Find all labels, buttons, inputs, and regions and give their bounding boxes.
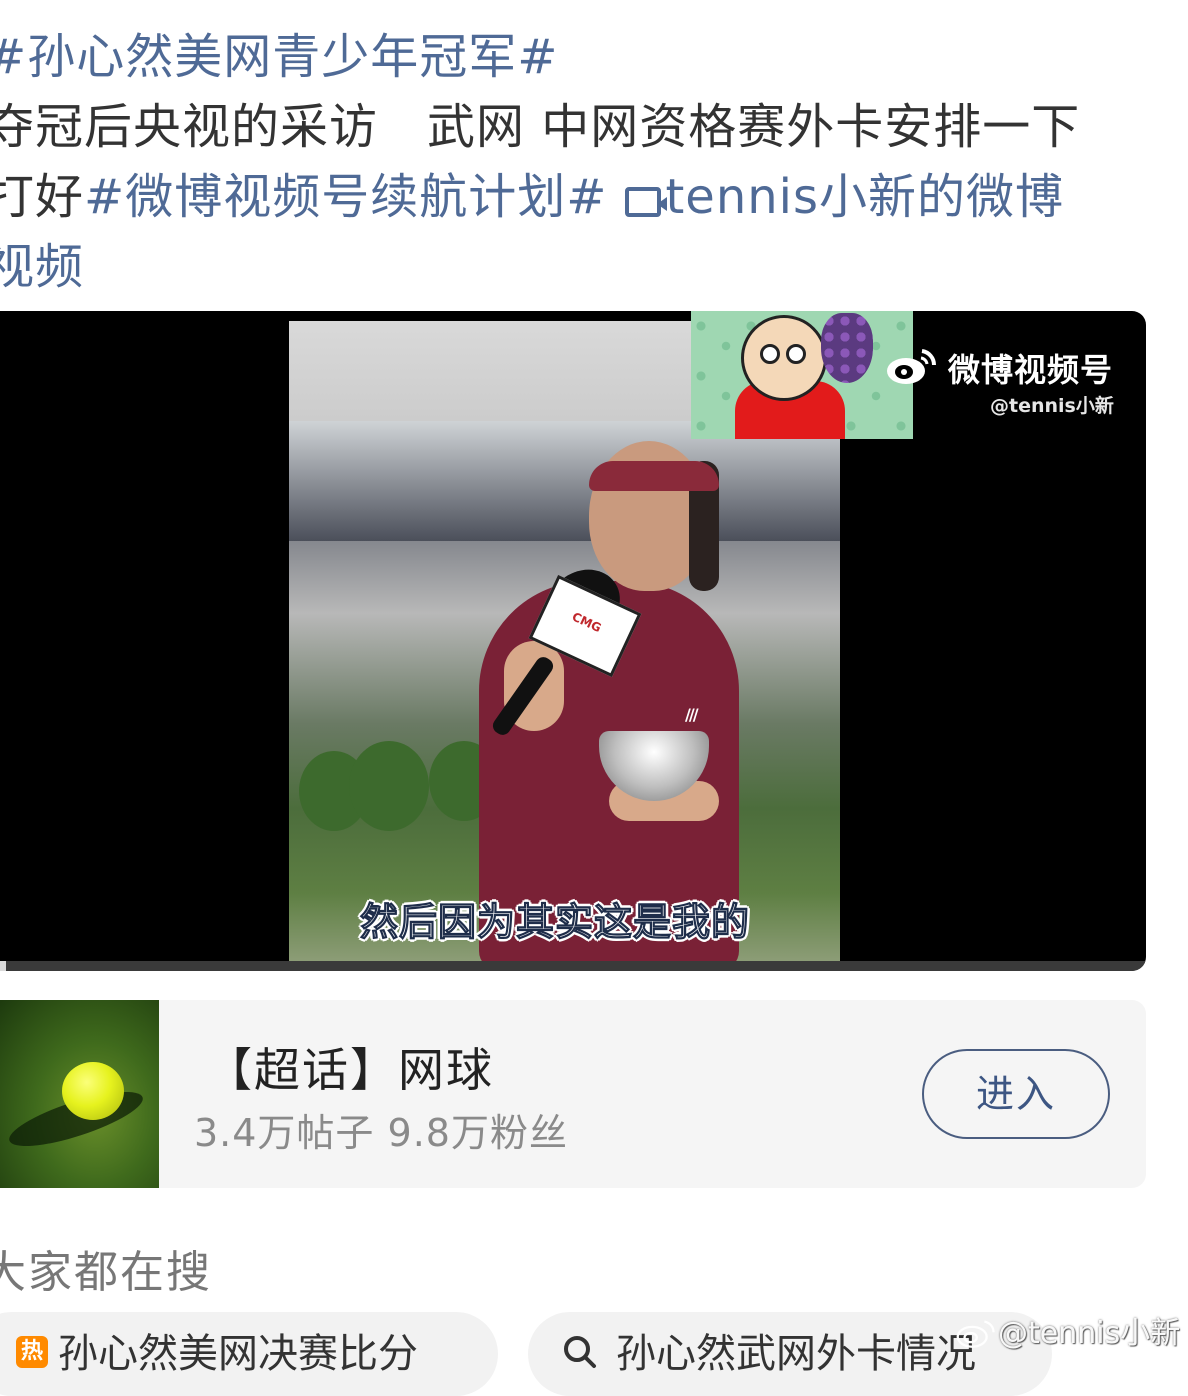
- post-line-1: #孙心然美网青少年冠军#: [0, 22, 1156, 92]
- post-line-3: 打好#微博视频号续航计划# tennis小新的微博: [0, 162, 1156, 232]
- search-chip[interactable]: 热 孙心然美网决赛比分: [0, 1312, 498, 1396]
- post-line-3-prefix: 打好: [0, 169, 85, 225]
- weibo-logo-icon: [887, 349, 937, 384]
- video-subtitle: 然后因为其实这是我的: [359, 900, 751, 945]
- trending-searches-title: 大家都在搜: [0, 1247, 212, 1298]
- video-progress-bar[interactable]: [0, 961, 1146, 971]
- watermark-handle: @tennis小新: [990, 395, 1114, 417]
- weibo-watermark-icon: [956, 1320, 995, 1348]
- hashtag-link[interactable]: #微博视频号续航计划#: [84, 169, 607, 225]
- topic-name: 【超话】网球: [206, 1043, 494, 1097]
- hot-badge-icon: 热: [16, 1336, 48, 1368]
- post-body-text: #孙心然美网青少年冠军# 夺冠后央视的采访 武网 中网资格赛外卡安排一下 打好#…: [0, 22, 1156, 302]
- video-link[interactable]: tennis小新的微博: [665, 169, 1064, 225]
- video-link-continued[interactable]: 视频: [0, 239, 84, 295]
- video-progress-fill: [0, 961, 6, 971]
- enter-topic-button[interactable]: 进入: [922, 1049, 1110, 1139]
- watermark-title: 微博视频号: [948, 351, 1114, 389]
- corner-watermark: @tennis小新: [954, 1308, 1180, 1352]
- video-player[interactable]: CMG /// 微博视频号 @tennis小新 然后因为其实这是我的: [0, 311, 1146, 971]
- search-chip-label: 孙心然美网决赛比分: [58, 1331, 418, 1377]
- tennis-ball-thumbnail: [0, 1000, 159, 1188]
- post-line-2: 夺冠后央视的采访 武网 中网资格赛外卡安排一下: [0, 99, 1081, 155]
- topic-stats: 3.4万帖子 9.8万粉丝: [194, 1111, 568, 1155]
- search-chip-label: 孙心然武网外卡情况: [616, 1331, 976, 1377]
- search-icon: [564, 1336, 596, 1368]
- post-line-4: 视频: [0, 232, 1156, 302]
- hashtag-link[interactable]: #孙心然美网青少年冠军#: [0, 29, 558, 85]
- video-link-icon: [625, 187, 668, 217]
- sticker-image: [691, 311, 913, 439]
